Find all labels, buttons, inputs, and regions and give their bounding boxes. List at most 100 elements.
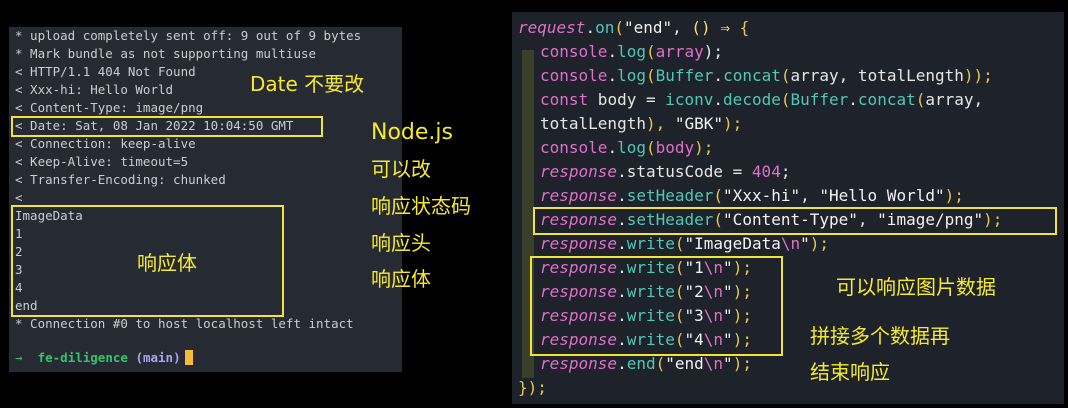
code-token: response	[540, 234, 618, 253]
terminal-line: < Content-Type: image/png	[15, 100, 204, 115]
code-token: "end"	[623, 18, 673, 37]
code-token: (	[780, 66, 791, 85]
code-token: console	[540, 138, 608, 157]
code-token: .	[848, 90, 858, 109]
date-header-highlight	[11, 116, 323, 137]
code-token: concat	[857, 90, 916, 109]
terminal-line: < Keep-Alive: timeout=5	[15, 154, 189, 169]
code-token: .	[617, 354, 627, 373]
terminal-line: < Connection: keep-alive	[15, 136, 196, 151]
body-note: 响应体	[137, 251, 197, 275]
code-token: "GBK"	[674, 114, 724, 133]
code-token: .statusCode =	[617, 162, 752, 181]
code-token: );	[809, 234, 830, 253]
code-token: ,	[800, 186, 820, 205]
code-line-8: response.setHeader("Xxx-hi", "Hello Worl…	[540, 184, 964, 208]
code-token: console	[540, 42, 608, 61]
code-token: .	[607, 66, 618, 85]
code-token: .	[713, 90, 724, 109]
image-note: 可以响应图片数据	[836, 275, 996, 299]
code-token: (	[655, 354, 666, 373]
prompt-directory: fe-diligence	[37, 350, 128, 365]
code-token: response	[540, 162, 618, 181]
code-token: Buffer	[790, 90, 849, 109]
code-token: log	[617, 66, 646, 85]
code-line-2: console.log(array);	[540, 40, 723, 64]
code-token: ),	[645, 114, 675, 133]
code-token: end	[626, 354, 656, 373]
terminal-line: < HTTP/1.1 404 Not Found	[15, 64, 196, 79]
code-token: .	[617, 186, 627, 205]
code-token: (	[674, 234, 685, 253]
code-token: .	[617, 234, 627, 253]
code-token: (	[713, 186, 724, 205]
node-note-title: Node.js	[371, 120, 453, 145]
code-token: array, totalLength	[790, 66, 964, 85]
code-token: console	[540, 66, 608, 85]
code-token: (	[614, 18, 624, 37]
terminal-cursor	[184, 350, 193, 365]
code-line-1: request.on("end", () ⇒ {	[518, 16, 749, 40]
code-token: array	[655, 42, 704, 61]
date-note: Date 不要改	[250, 72, 365, 96]
code-line-16: });	[518, 376, 547, 400]
code-token: .	[713, 66, 724, 85]
node-note-line-5: 响应体	[371, 267, 431, 291]
code-token: ⇒	[710, 18, 740, 37]
code-token: decode	[723, 90, 781, 109]
code-token: "	[723, 354, 733, 373]
code-line-10: response.write("ImageData\n");	[540, 232, 829, 256]
code-token: );	[527, 378, 547, 397]
concat-note-line-1: 拼接多个数据再	[810, 324, 950, 348]
code-line-6: console.log(body);	[540, 136, 713, 160]
shell-prompt[interactable]: → fe-diligence (main)	[15, 349, 193, 367]
code-token: }	[518, 378, 528, 397]
code-token: (	[645, 138, 656, 157]
prompt-git-branch: (main)	[135, 350, 181, 365]
code-token: 404	[751, 162, 781, 181]
concat-note-line-2: 结束响应	[810, 360, 890, 384]
code-token: Buffer	[655, 66, 714, 85]
code-token: log	[617, 42, 646, 61]
code-token: body	[655, 138, 695, 157]
code-token: );	[703, 42, 724, 61]
code-token: ;	[780, 162, 791, 181]
prompt-arrow-icon: →	[15, 350, 23, 365]
code-token: );	[723, 114, 743, 133]
code-token: setHeader	[626, 186, 714, 205]
code-token: .	[585, 18, 596, 37]
code-token: {	[739, 18, 750, 37]
code-token: "Xxx-hi"	[723, 186, 801, 205]
node-note-line-3: 响应状态码	[371, 194, 471, 218]
code-token: .	[607, 42, 618, 61]
terminal-line: < Xxx-hi: Hello World	[15, 82, 174, 97]
code-token: \n	[703, 354, 724, 373]
content-type-highlight	[533, 207, 1057, 235]
code-line-4: const body = iconv.decode(Buffer.concat(…	[540, 88, 983, 112]
code-token: totalLength	[540, 114, 646, 133]
code-token: "end	[665, 354, 704, 373]
code-token: "ImageData	[684, 234, 781, 253]
code-token: write	[626, 234, 675, 253]
code-token: on	[595, 18, 615, 37]
terminal-line: < Transfer-Encoding: chunked	[15, 172, 226, 187]
code-token: "Hello World"	[819, 186, 945, 205]
node-note-line-2: 可以改	[371, 157, 431, 181]
terminal-line: * Mark bundle as not supporting multiuse	[15, 46, 317, 61]
code-token: log	[617, 138, 646, 157]
code-token: );	[694, 138, 714, 157]
code-token: "	[800, 234, 810, 253]
code-token: const	[540, 90, 589, 109]
code-line-3: console.log(Buffer.concat(array, totalLe…	[540, 64, 993, 88]
terminal-line: * Connection #0 to host localhost left i…	[15, 316, 354, 331]
code-token: );	[732, 354, 752, 373]
node-note-line-4: 响应头	[371, 231, 431, 255]
code-token: (	[645, 42, 656, 61]
code-token: concat	[723, 66, 781, 85]
code-token: array,	[925, 90, 984, 109]
code-token: (	[915, 90, 926, 109]
code-token: response	[540, 186, 618, 205]
code-line-7: response.statusCode = 404;	[540, 160, 790, 184]
code-token: (	[645, 66, 656, 85]
code-token: response	[540, 354, 618, 373]
